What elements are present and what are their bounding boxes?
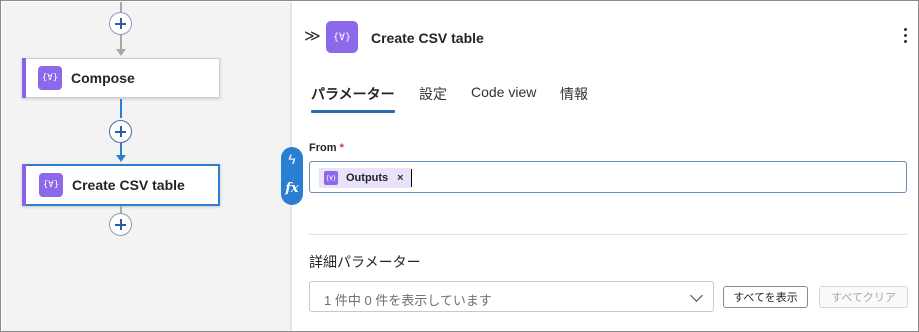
step-card-compose[interactable]: {∀} Compose: [22, 58, 220, 98]
connector-line: [120, 143, 122, 155]
connector-arrow: [116, 49, 126, 56]
lightning-icon[interactable]: ϟ: [281, 151, 303, 167]
more-options-icon[interactable]: [901, 28, 909, 48]
connector-line: [120, 99, 122, 118]
remove-token-icon[interactable]: ×: [397, 172, 403, 184]
required-marker: *: [339, 142, 344, 154]
data-operation-icon: {∀}: [38, 66, 62, 90]
insert-step-button[interactable]: [109, 12, 132, 35]
tab-settings[interactable]: 設定: [419, 84, 447, 104]
advanced-parameters-heading: 詳細パラメーター: [309, 254, 421, 270]
text-caret: [411, 169, 412, 187]
active-tab-indicator: [311, 110, 395, 113]
from-field-label: From *: [309, 142, 344, 154]
dynamic-content-pill: ϟ fx: [281, 147, 303, 205]
step-label: Create CSV table: [72, 177, 185, 193]
collapse-panel-icon[interactable]: ≫: [304, 27, 321, 47]
tab-parameters[interactable]: パラメーター: [311, 84, 395, 104]
outputs-token[interactable]: {∀} Outputs ×: [319, 168, 412, 188]
from-label-text: From: [309, 142, 337, 154]
data-operation-icon: {∀}: [326, 21, 358, 53]
designer-canvas[interactable]: {∀} Compose {∀} Create CSV table: [2, 2, 290, 331]
connector-arrow: [116, 155, 126, 162]
connector-line: [120, 35, 122, 49]
properties-panel: ≫ {∀} Create CSV table パラメーター 設定 Code vi…: [292, 2, 918, 331]
step-label: Compose: [71, 70, 135, 86]
app-frame: {∀} Compose {∀} Create CSV table ≫ {∀} C…: [0, 0, 919, 332]
chevron-down-icon: [690, 289, 703, 302]
expression-icon[interactable]: fx: [281, 181, 303, 196]
insert-step-button[interactable]: [109, 213, 132, 236]
step-card-create-csv-table[interactable]: {∀} Create CSV table: [22, 164, 220, 206]
tab-code-view[interactable]: Code view: [471, 84, 536, 100]
show-all-button[interactable]: すべてを表示: [723, 286, 808, 308]
card-accent: [22, 58, 26, 98]
panel-title[interactable]: Create CSV table: [371, 30, 484, 46]
section-divider: [309, 234, 907, 235]
advanced-parameters-dropdown[interactable]: 1 件中 0 件を表示しています: [309, 281, 714, 312]
insert-step-button[interactable]: [109, 120, 132, 143]
card-accent: [22, 164, 26, 206]
connector-line: [120, 2, 122, 12]
dropdown-placeholder: 1 件中 0 件を表示しています: [324, 293, 492, 308]
data-operation-icon: {∀}: [324, 171, 338, 185]
clear-all-button[interactable]: すべてクリア: [819, 286, 908, 308]
data-operation-icon: {∀}: [39, 173, 63, 197]
tab-about[interactable]: 情報: [560, 84, 588, 104]
from-input[interactable]: {∀} Outputs ×: [309, 161, 907, 193]
token-label: Outputs: [346, 172, 389, 184]
